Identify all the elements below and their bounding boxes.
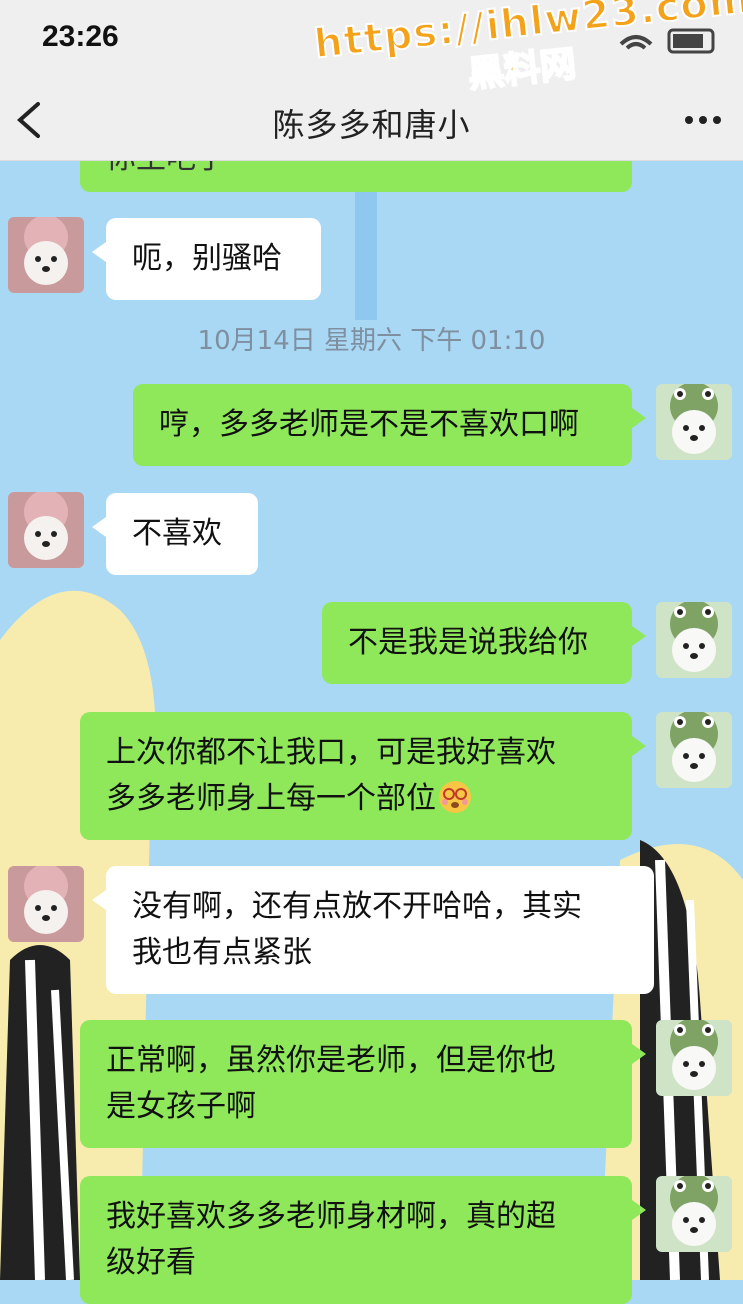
contact-avatar[interactable] bbox=[8, 217, 84, 293]
dog-avatar-pink-icon bbox=[8, 492, 84, 568]
message-text-line-1: 没有啊，还有点放不开哈哈，其实 bbox=[132, 889, 582, 924]
user-avatar[interactable] bbox=[656, 384, 732, 460]
chat-message-list[interactable]: 你王吧了 呃，别骚哈 10月14日 星期六 下午 01:10 哼，多多老师是不是… bbox=[0, 130, 743, 1304]
dizzy-face-emoji-icon bbox=[439, 781, 471, 813]
user-avatar[interactable] bbox=[656, 712, 732, 788]
user-avatar[interactable] bbox=[656, 1020, 732, 1096]
message-text-line-2-content: 多多老师身上每一个部位 bbox=[106, 781, 436, 816]
more-options-icon[interactable] bbox=[681, 100, 725, 140]
message-text-line-1: 正常啊，虽然你是老师，但是你也 bbox=[106, 1043, 556, 1078]
user-avatar[interactable] bbox=[656, 1176, 732, 1252]
dog-avatar-green-icon bbox=[656, 1020, 732, 1096]
message-text-line-2: 多多老师身上每一个部位 bbox=[106, 776, 606, 822]
dog-avatar-green-icon bbox=[656, 1176, 732, 1252]
dog-avatar-green-icon bbox=[656, 712, 732, 788]
message-text-line-1: 我好喜欢多多老师身材啊，真的超 bbox=[106, 1199, 556, 1234]
message-text-line-2: 我也有点紧张 bbox=[132, 935, 312, 970]
message-bubble-incoming[interactable]: 不喜欢 bbox=[92, 493, 258, 575]
message-text: 哼，多多老师是不是不喜欢口啊 bbox=[159, 407, 579, 442]
message-text: 不喜欢 bbox=[132, 516, 222, 551]
message-text-line-1: 上次你都不让我口，可是我好喜欢 bbox=[106, 735, 556, 770]
message-bubble-outgoing[interactable]: 不是我是说我给你 bbox=[322, 602, 646, 684]
dog-avatar-green-icon bbox=[656, 384, 732, 460]
user-avatar[interactable] bbox=[656, 602, 732, 678]
chat-title: 陈多多和唐小 bbox=[272, 106, 471, 144]
dog-avatar-pink-icon bbox=[8, 217, 84, 293]
message-text: 呃，别骚哈 bbox=[132, 241, 282, 276]
message-text: 不是我是说我给你 bbox=[348, 625, 588, 660]
status-time: 23:26 bbox=[42, 20, 119, 53]
message-bubble-incoming[interactable]: 没有啊，还有点放不开哈哈，其实 我也有点紧张 bbox=[92, 866, 654, 994]
chat-header: 陈多多和唐小 bbox=[0, 80, 743, 161]
status-bar: 23:26 bbox=[0, 0, 743, 80]
message-text-line-2: 是女孩子啊 bbox=[106, 1089, 256, 1124]
message-bubble-outgoing[interactable]: 上次你都不让我口，可是我好喜欢 多多老师身上每一个部位 bbox=[80, 712, 646, 840]
message-bubble-outgoing[interactable]: 哼，多多老师是不是不喜欢口啊 bbox=[133, 384, 646, 466]
contact-avatar[interactable] bbox=[8, 492, 84, 568]
message-timestamp: 10月14日 星期六 下午 01:10 bbox=[197, 326, 546, 356]
message-bubble-outgoing[interactable]: 我好喜欢多多老师身材啊，真的超 级好看 bbox=[80, 1176, 646, 1304]
contact-avatar[interactable] bbox=[8, 866, 84, 942]
message-bubble-outgoing[interactable]: 正常啊，虽然你是老师，但是你也 是女孩子啊 bbox=[80, 1020, 646, 1148]
message-bubble-incoming[interactable]: 呃，别骚哈 bbox=[92, 218, 321, 300]
dog-avatar-pink-icon bbox=[8, 866, 84, 942]
wifi-battery-icon bbox=[619, 28, 715, 54]
message-text-line-2: 级好看 bbox=[106, 1245, 196, 1280]
dog-avatar-green-icon bbox=[656, 602, 732, 678]
